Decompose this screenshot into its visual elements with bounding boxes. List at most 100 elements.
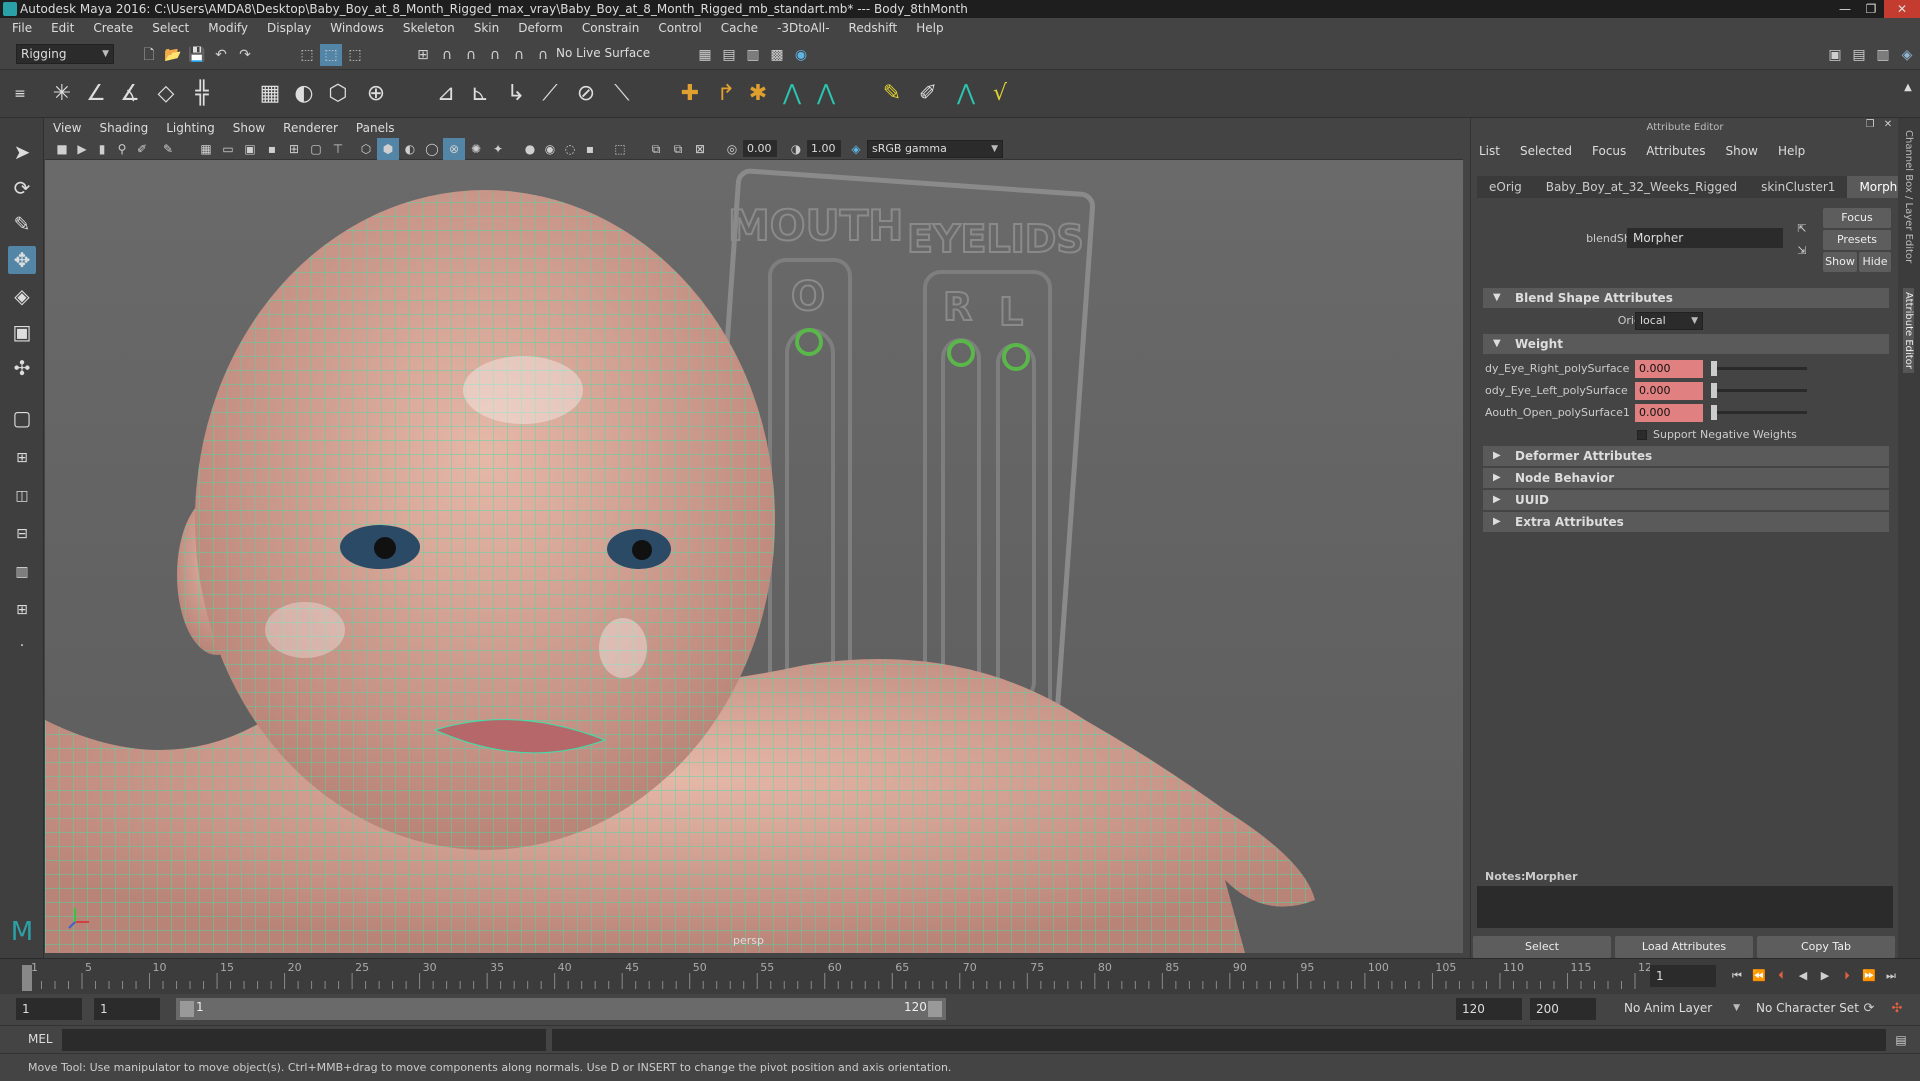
weight-field-mouth-open[interactable]: 0.000 — [1635, 404, 1703, 422]
camera-select-icon[interactable]: ■ — [51, 138, 73, 160]
outliner-layout-icon[interactable]: ⊟ — [8, 520, 36, 548]
menu-windows[interactable]: Windows — [330, 18, 384, 38]
gate-mask-icon[interactable]: ▪ — [261, 138, 283, 160]
lasso-tool-icon[interactable]: ⟳ — [8, 174, 36, 202]
parent-constraint-icon[interactable]: ⊘ — [572, 80, 600, 108]
point-constraint-icon[interactable]: ✚ — [676, 80, 704, 108]
step-back-key-icon[interactable]: ⏪ — [1748, 965, 1770, 987]
current-frame-field[interactable]: 1 — [1650, 965, 1716, 987]
wireframe-icon[interactable]: ⬡ — [355, 138, 377, 160]
ik-handle-icon[interactable]: ∠ — [82, 80, 110, 108]
play-back-icon[interactable]: ◀ — [1792, 965, 1814, 987]
end-time-field[interactable]: 200 — [1530, 998, 1596, 1020]
smooth-shade-icon[interactable]: ⬢ — [377, 138, 399, 160]
maximize-icon[interactable]: ❐ — [1858, 0, 1884, 18]
mel-input[interactable] — [62, 1029, 546, 1051]
snap-curve-icon[interactable]: ∩ — [436, 44, 458, 66]
node-behavior-frame[interactable]: ▶ Node Behavior — [1483, 468, 1889, 488]
weight-slider-mouth-open[interactable] — [1711, 405, 1807, 420]
magnet-icon[interactable]: ∩ — [532, 44, 554, 66]
uuid-frame[interactable]: ▶ UUID — [1483, 490, 1889, 510]
focus-button[interactable]: Focus — [1823, 208, 1891, 228]
smooth-bind-icon[interactable]: ⊾ — [466, 80, 494, 108]
tool-settings-icon[interactable]: ▥ — [1872, 44, 1894, 66]
mel-label[interactable]: MEL — [28, 1032, 53, 1046]
deformer-attributes-frame[interactable]: ▶ Deformer Attributes — [1483, 446, 1889, 466]
aim-constraint-icon[interactable]: ↱ — [712, 80, 740, 108]
paint-skin-icon[interactable]: ✎ — [878, 80, 906, 108]
hik-skeleton-icon[interactable]: ⋀ — [952, 80, 980, 108]
copy-tab-button[interactable]: Copy Tab — [1757, 936, 1895, 958]
origin-dropdown[interactable]: local ▼ — [1635, 312, 1703, 330]
image-plane-icon[interactable]: ⚲ — [111, 138, 133, 160]
rotate-tool-icon[interactable]: ◈ — [8, 282, 36, 310]
time-slider[interactable]: 1 5 10 15 20 25 30 35 40 45 50 55 60 65 70 75 80 85 90 95 10… — [0, 958, 1920, 994]
baby-mesh[interactable] — [45, 190, 1315, 953]
playback-start-field[interactable]: 1 — [94, 998, 160, 1020]
ipr-render-icon[interactable]: ▥ — [742, 44, 764, 66]
safe-title-icon[interactable]: ⊤ — [327, 138, 349, 160]
range-bar[interactable]: 1 120 — [176, 998, 946, 1020]
step-forward-key-icon[interactable]: ⏩ — [1858, 965, 1880, 987]
screen-space-ao-icon[interactable]: ✦ — [487, 138, 509, 160]
menu-create[interactable]: Create — [93, 18, 133, 38]
range-start-handle[interactable] — [180, 1001, 194, 1017]
attribute-editor-side-tab[interactable]: Attribute Editor — [1903, 288, 1914, 373]
lattice-icon[interactable]: ▦ — [256, 80, 284, 108]
menuset-dropdown[interactable]: Rigging ▼ — [16, 44, 114, 64]
isolate-select-icon[interactable]: ▪ — [579, 138, 601, 160]
menu-edit[interactable]: Edit — [51, 18, 74, 38]
save-scene-icon[interactable]: 💾 — [186, 44, 208, 66]
wrap-icon[interactable]: ◐ — [290, 80, 318, 108]
use-all-lights-icon[interactable]: ⊗ — [443, 138, 465, 160]
auto-key-icon[interactable]: ⟳ — [1858, 998, 1880, 1020]
exposure-field[interactable]: 0.00 — [743, 140, 777, 157]
range-end-handle[interactable] — [928, 1001, 942, 1017]
shadows-icon[interactable]: ✺ — [465, 138, 487, 160]
move-tool-icon[interactable]: ✥ — [8, 246, 36, 274]
shelf-menu-icon[interactable]: ≡ — [12, 80, 28, 108]
close-icon[interactable]: ✕ — [1884, 0, 1920, 18]
mirror-joint-icon[interactable]: ╬ — [188, 80, 216, 108]
weight-tool-icon[interactable]: √ — [986, 80, 1014, 108]
viewport-menu-renderer[interactable]: Renderer — [283, 118, 338, 138]
xray-joints-icon[interactable]: ⧉ — [645, 138, 667, 160]
ae-menu-list[interactable]: List — [1479, 144, 1500, 158]
blend-shape-icon[interactable]: ⊕ — [362, 80, 390, 108]
snap-surface-icon[interactable]: ∩ — [508, 44, 530, 66]
joint-tool-icon[interactable]: ✳ — [48, 80, 76, 108]
weight-slider-eye-left[interactable] — [1711, 383, 1807, 398]
ae-menu-help[interactable]: Help — [1778, 144, 1805, 158]
gamma-icon[interactable]: ◑ — [785, 138, 807, 160]
load-attributes-button[interactable]: Load Attributes — [1615, 936, 1753, 958]
four-pane-icon[interactable]: ⊞ — [8, 444, 36, 472]
anim-layer-dropdown[interactable]: No Anim Layer ▼ — [1620, 998, 1744, 1020]
multisample-icon[interactable]: ◉ — [539, 138, 561, 160]
go-to-output-icon[interactable]: ⇲ — [1791, 240, 1813, 262]
undo-icon[interactable]: ↶ — [210, 44, 232, 66]
hide-button[interactable]: Hide — [1859, 252, 1891, 272]
weight-frame[interactable]: ▼ Weight — [1483, 334, 1889, 354]
ae-menu-selected[interactable]: Selected — [1520, 144, 1572, 158]
channel-box-side-tab[interactable]: Channel Box / Layer Editor — [1903, 130, 1914, 263]
render-view-icon[interactable]: ▦ — [694, 44, 716, 66]
pole-vector-icon[interactable]: ✱ — [744, 80, 772, 108]
menu-redshift[interactable]: Redshift — [849, 18, 898, 38]
viewport-menu-shading[interactable]: Shading — [99, 118, 148, 138]
show-button[interactable]: Show — [1823, 252, 1857, 272]
ik-spline-icon[interactable]: ∡ — [116, 80, 144, 108]
last-tool-icon[interactable]: ✣ — [8, 354, 36, 382]
menu-constrain[interactable]: Constrain — [582, 18, 640, 38]
support-negative-checkbox[interactable] — [1637, 430, 1647, 440]
graph-layout-icon[interactable]: ▥ — [8, 558, 36, 586]
two-pane-icon[interactable]: ◫ — [8, 482, 36, 510]
ae-menu-attributes[interactable]: Attributes — [1646, 144, 1705, 158]
modeling-toolkit-icon[interactable]: ▣ — [1824, 44, 1846, 66]
wire-on-shaded-icon[interactable]: ◐ — [399, 138, 421, 160]
blend-shape-attributes-frame[interactable]: ▼ Blend Shape Attributes — [1483, 288, 1889, 308]
character-set-dropdown[interactable]: No Character Set — [1752, 998, 1866, 1020]
two-d-pan-icon[interactable]: ✐ — [131, 138, 153, 160]
viewport-menu-view[interactable]: View — [53, 118, 81, 138]
tab-skincluster[interactable]: skinCluster1 — [1749, 176, 1847, 198]
insert-joint-icon[interactable]: ◇ — [152, 80, 180, 108]
